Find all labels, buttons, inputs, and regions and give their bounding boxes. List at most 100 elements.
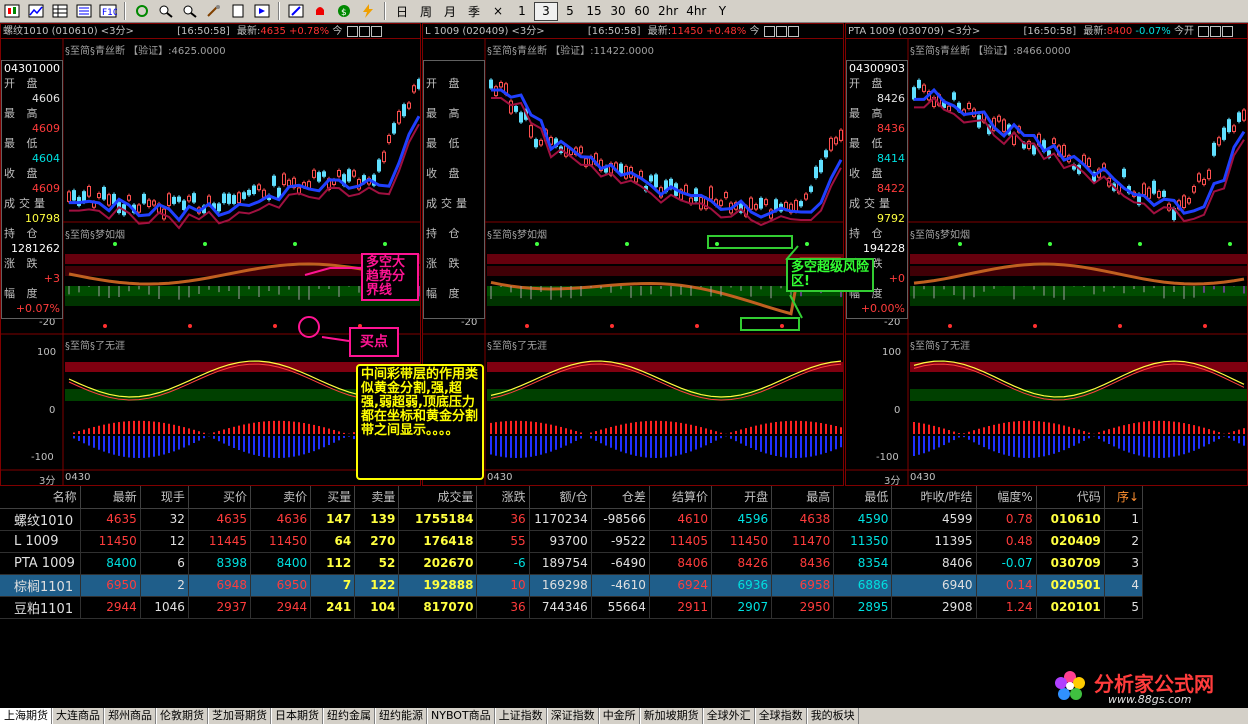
period-12[interactable]: 4hr [682,2,710,21]
refresh-icon[interactable] [131,2,153,21]
period-9[interactable]: 30 [606,2,630,21]
market-tab-5[interactable]: 日本期货 [271,708,323,724]
table-cell: 10 [476,574,530,597]
table-cell: -98566 [591,508,650,531]
period-8[interactable]: 15 [582,2,606,21]
market-tab-6[interactable]: 纽约金属 [323,708,375,724]
market-tab-8[interactable]: NYBOT商品 [427,708,495,724]
period-10[interactable]: 60 [630,2,654,21]
chart-panel-1[interactable]: L 1009 (020409) <3分> [16:50:58] 最新:11450… [422,23,844,486]
col-header-18[interactable]: 序↓ [1104,486,1144,509]
price-chart[interactable] [423,24,844,486]
axis-m100: -100 [876,452,899,463]
list-icon[interactable] [73,2,95,21]
lightning-icon[interactable] [357,2,379,21]
table-cell: 6924 [649,574,712,597]
table-cell: 6950 [250,574,312,597]
period-2[interactable]: 月 [438,2,462,21]
edit-icon[interactable] [285,2,307,21]
table-row[interactable]: 螺纹1010 4635 32 4635 4636 147 139 1755184 36 11702… [0,508,1144,531]
tools-icon[interactable] [203,2,225,21]
market-tab-13[interactable]: 全球外汇 [702,708,755,724]
col-header-0[interactable]: 名称 [0,486,81,509]
col-header-5[interactable]: 买量 [310,486,356,509]
table-cell: 2944 [80,596,141,619]
col-header-8[interactable]: 涨跌 [476,486,530,509]
col-header-6[interactable]: 卖量 [354,486,400,509]
table-cell: PTA 1009 [0,552,81,575]
market-tab-10[interactable]: 深证指数 [546,708,599,724]
col-header-17[interactable]: 代码 [1036,486,1105,509]
col-header-12[interactable]: 开盘 [711,486,773,509]
market-tab-4[interactable]: 芝加哥期货 [208,708,271,724]
bottom-date: 0430 [910,472,936,483]
market-tab-7[interactable]: 纽约能源 [375,708,427,724]
info-label: 开 盘 [426,77,464,90]
col-header-9[interactable]: 额/仓 [529,486,592,509]
chart-panel-2[interactable]: PTA 1009 (030709) <3分> [16:50:58] 最新:840… [845,23,1248,486]
table-cell: 6950 [80,574,141,597]
table-cell: 020101 [1036,596,1105,619]
period-3[interactable]: 季 [462,2,486,21]
grid-icon[interactable] [49,2,71,21]
period-7[interactable]: 5 [558,2,582,21]
table-cell: 11405 [649,530,712,553]
table-cell: 744346 [529,596,592,619]
market-tab-11[interactable]: 中金所 [598,708,640,724]
market-tab-14[interactable]: 全球指数 [754,708,807,724]
notepad-icon[interactable] [227,2,249,21]
kline-icon[interactable] [1,2,23,21]
zoom-in-icon[interactable] [155,2,177,21]
indicator2-title: §至简§了无涯 [487,341,547,352]
market-tab-9[interactable]: 上证指数 [494,708,547,724]
market-tab-12[interactable]: 新加坡期货 [639,708,703,724]
col-header-2[interactable]: 现手 [140,486,189,509]
market-tab-1[interactable]: 大连商品 [52,708,104,724]
col-header-3[interactable]: 买价 [188,486,252,509]
zoom-out-icon[interactable] [179,2,201,21]
table-cell: 1046 [140,596,189,619]
line-chart-icon[interactable] [25,2,47,21]
period-1[interactable]: 周 [414,2,438,21]
period-4[interactable]: × [486,2,510,21]
f10-icon[interactable]: F10 [97,2,119,21]
svg-text:F10: F10 [102,8,117,18]
col-header-4[interactable]: 卖价 [250,486,312,509]
market-tab-2[interactable]: 郑州商品 [104,708,156,724]
market-tab-3[interactable]: 伦敦期货 [156,708,208,724]
table-cell: 6 [140,552,189,575]
col-header-1[interactable]: 最新 [80,486,141,509]
alarm-bell-icon[interactable] [309,2,331,21]
col-header-16[interactable]: 幅度% [976,486,1037,509]
table-row[interactable]: 豆粕1101 2944 1046 2937 2944 241 104 817070 36 7443… [0,596,1144,619]
period-6[interactable]: 3 [534,1,558,21]
info-value [426,271,482,286]
table-cell: 2950 [771,596,835,619]
info-label: 持 仓 [426,227,464,240]
col-header-7[interactable]: 成交量 [398,486,478,509]
table-cell: 11395 [891,530,977,553]
period-5[interactable]: 1 [510,2,534,21]
dollar-icon[interactable]: $ [333,2,355,21]
table-cell: 12 [140,530,189,553]
market-tab-0[interactable]: 上海期货 [0,708,52,724]
table-row[interactable]: 棕榈1101 6950 2 6948 6950 7 122 192888 10 169298 -46… [0,574,1144,597]
table-cell: 55664 [591,596,650,619]
col-header-14[interactable]: 最低 [833,486,893,509]
export-icon[interactable] [251,2,273,21]
col-header-15[interactable]: 昨收/昨结 [891,486,977,509]
info-date: 04300903 [849,62,905,75]
market-tab-15[interactable]: 我的板块 [806,708,859,724]
period-13[interactable]: Y [710,2,734,21]
period-0[interactable]: 日 [390,2,414,21]
col-header-10[interactable]: 仓差 [591,486,650,509]
toolbar: F10 $ 日周月季 × 1 3 5 15 30 60 2hr 4hr Y [0,0,1248,23]
table-cell: 147 [310,508,356,531]
col-header-11[interactable]: 结算价 [649,486,712,509]
indicator1-title: §至简§梦如烟 [910,230,970,241]
period-11[interactable]: 2hr [654,2,682,21]
table-row[interactable]: PTA 1009 8400 6 8398 8400 112 52 202670 -6 189754… [0,552,1144,575]
table-cell: 2 [140,574,189,597]
table-row[interactable]: L 1009 11450 12 11445 11450 64 270 176418 55 9370… [0,530,1144,553]
col-header-13[interactable]: 最高 [771,486,835,509]
